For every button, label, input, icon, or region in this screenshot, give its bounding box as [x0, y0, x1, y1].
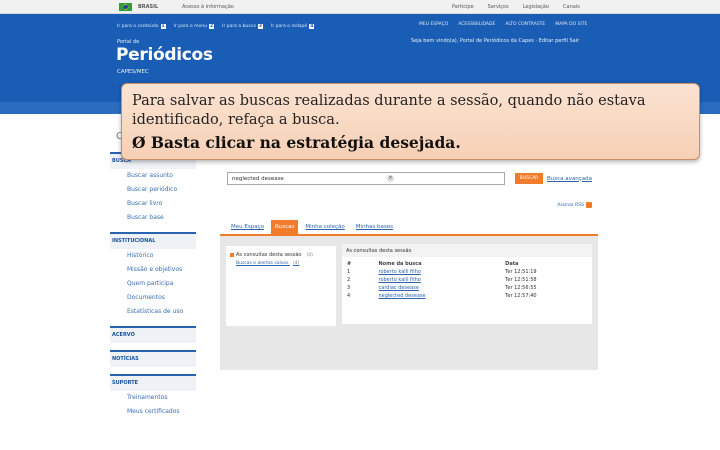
search-button[interactable]: BUSCAR [515, 173, 543, 184]
link-alto-contraste[interactable]: ALTO CONTRASTE [505, 22, 545, 27]
rss-subscribe-link[interactable]: Assinar RSS [557, 202, 592, 208]
annotation-text: Para salvar as buscas realizadas durante… [132, 93, 646, 128]
page: BRASIL Acesso à informação Participe Ser… [0, 0, 720, 450]
search-input[interactable]: neglected desease × [227, 172, 505, 185]
session-queries-table: # Nome da busca Data 1 roberto kalil fil… [342, 260, 592, 300]
search-row: neglected desease × BUSCAR Busca avançad… [227, 172, 592, 185]
session-queries-label: As consultas desta sessão [236, 252, 302, 258]
search-name-link[interactable]: neglected desease [374, 292, 501, 300]
sidebar-item-buscar-base[interactable]: Buscar base [110, 211, 196, 225]
link-meu-espaco[interactable]: MEU ESPAÇO [419, 22, 448, 27]
tab-meu-espaco[interactable]: Meu Espaço [227, 220, 268, 234]
gov-link-canais[interactable]: Canais [563, 4, 580, 10]
advanced-search-link[interactable]: Busca avançada [547, 176, 592, 182]
rss-label: Assinar RSS [557, 202, 584, 208]
saved-searches-link[interactable]: Buscas e alertas salvos (4) [226, 260, 336, 266]
search-name-link[interactable]: roberto kalil filho [374, 276, 501, 284]
header-top-links: MEU ESPAÇO ACESSIBILIDADE ALTO CONTRASTE… [419, 22, 587, 27]
tab-minha-colecao[interactable]: Minha coleção [301, 220, 349, 234]
session-queries-box: As consultas desta sessão # Nome da busc… [342, 244, 592, 324]
gov-link-participe[interactable]: Participe [452, 4, 474, 10]
saved-searches-label: Buscas e alertas salvos [236, 261, 289, 266]
annotation-callout: Para salvar as buscas realizadas durante… [121, 83, 700, 160]
session-queries-count: (4) [306, 252, 313, 258]
gov-links: Participe Serviços Legislação Canais [452, 4, 580, 10]
sidebar-item-estatisticas[interactable]: Estatísticas de uso [110, 305, 196, 319]
row-number: 1 [347, 269, 351, 275]
gov-bar: BRASIL Acesso à informação Participe Ser… [0, 0, 720, 14]
shortcut-menu[interactable]: Ir para o menu 2 [174, 24, 215, 29]
shortcut-search[interactable]: Ir para a busca 3 [222, 24, 263, 29]
link-mapa-do-site[interactable]: MAPA DO SITE [555, 22, 587, 27]
annotation-instruction: Basta clicar na estratégia desejada. [150, 133, 461, 152]
portal-logo-text[interactable]: Periódicos [116, 45, 213, 65]
sidebar-item-quem-participa[interactable]: Quem participa [110, 277, 196, 291]
row-number: 3 [347, 285, 351, 291]
col-number: # [347, 261, 352, 267]
gov-link-servicos[interactable]: Serviços [488, 4, 509, 10]
accessibility-shortcuts: Ir para o conteúdo 1 Ir para o menu 2 Ir p… [117, 24, 315, 29]
sidebar-item-buscar-assunto[interactable]: Buscar assunto [110, 169, 196, 183]
row-date: Ter 12:57:40 [505, 293, 537, 299]
sidebar-item-missao[interactable]: Missão e objetivos [110, 263, 196, 277]
gov-country[interactable]: BRASIL [138, 4, 158, 10]
row-number: 4 [347, 293, 351, 299]
sidebar-item-buscar-livro[interactable]: Buscar livro [110, 197, 196, 211]
sidebar-item-documentos[interactable]: Documentos [110, 291, 196, 305]
table-row: 4 neglected desease Ter 12:57:40 [342, 292, 592, 300]
tabs: Meu Espaço Buscas Minha coleção Minhas b… [227, 220, 398, 234]
clear-search-icon[interactable]: × [387, 175, 394, 182]
saved-searches-count: (4) [292, 261, 300, 266]
sidebar-head-suporte: SUPORTE [110, 374, 196, 391]
arrow-bullet-icon: Ø [132, 133, 146, 152]
gov-link-legislacao[interactable]: Legislação [523, 4, 549, 10]
shortcut-footer[interactable]: Ir para o rodapé 4 [271, 24, 315, 29]
session-queries-link[interactable]: As consultas desta sessão (4) [226, 246, 336, 260]
search-name-link[interactable]: cardiac desease [374, 284, 501, 292]
search-input-value: neglected desease [232, 176, 284, 182]
sidebar-head-acervo[interactable]: ACERVO [110, 326, 196, 343]
welcome-text: Seja bem vindo(a), Portal de Periódicos … [411, 38, 580, 44]
row-date: Ter 12:56:55 [505, 285, 537, 291]
tab-panel-buscas: As consultas desta sessão (4) Buscas e a… [220, 234, 598, 370]
sidebar-head-institucional: INSTITUCIONAL [110, 232, 196, 249]
sidebar-item-treinamentos[interactable]: Treinamentos [110, 391, 196, 405]
access-info-link[interactable]: Acesso à informação [182, 4, 234, 10]
row-number: 2 [347, 277, 351, 283]
table-row: 1 roberto kalil filho Ter 12:51:19 [342, 268, 592, 276]
table-header-row: # Nome da busca Data [342, 260, 592, 268]
brazil-flag-icon [119, 3, 132, 11]
search-name-link[interactable]: roberto kalil filho [374, 268, 501, 276]
main-content: neglected desease × BUSCAR Busca avançad… [220, 152, 598, 370]
session-menu-box: As consultas desta sessão (4) Buscas e a… [226, 246, 336, 326]
row-date: Ter 12:51:58 [505, 277, 537, 283]
sidebar-item-historico[interactable]: Histórico [110, 249, 196, 263]
tab-minhas-bases[interactable]: Minhas bases [351, 220, 398, 234]
col-search-name: Nome da busca [378, 261, 422, 267]
annotation-bullet-line: Ø Basta clicar na estratégia desejada. [132, 133, 689, 152]
rss-icon [586, 202, 592, 208]
shortcut-content[interactable]: Ir para o conteúdo 1 [117, 24, 166, 29]
capes-label: CAPES/MEC [117, 69, 149, 75]
row-date: Ter 12:51:19 [505, 269, 537, 275]
sidebar-head-noticias[interactable]: NOTÍCIAS [110, 350, 196, 367]
sidebar-item-meus-certificados[interactable]: Meus certificados [110, 405, 196, 419]
sidebar-item-buscar-periodico[interactable]: Buscar periódico [110, 183, 196, 197]
link-acessibilidade[interactable]: ACESSIBILIDADE [458, 22, 495, 27]
session-queries-heading: As consultas desta sessão [342, 244, 592, 257]
sidebar: BUSCA Buscar assunto Buscar periódico Bu… [110, 152, 196, 419]
orange-square-icon [230, 253, 234, 257]
col-date: Data [505, 261, 519, 267]
table-row: 2 roberto kalil filho Ter 12:51:58 [342, 276, 592, 284]
table-row: 3 cardiac desease Ter 12:56:55 [342, 284, 592, 292]
tab-buscas[interactable]: Buscas [270, 220, 299, 234]
